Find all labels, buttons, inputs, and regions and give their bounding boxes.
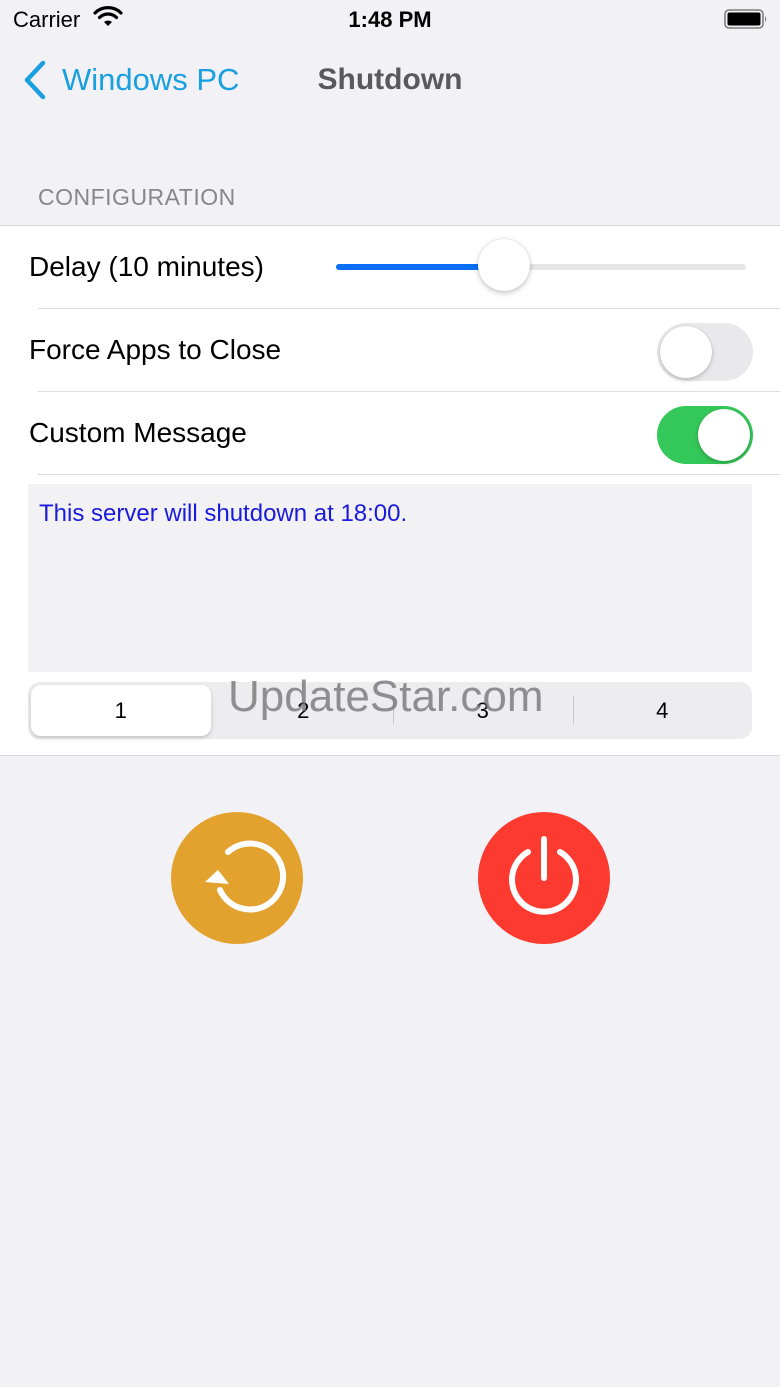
slider-thumb[interactable] — [478, 239, 531, 291]
battery-icon — [724, 9, 767, 29]
toggle-knob — [698, 409, 750, 461]
segmented-control: 1 2 3 4 — [28, 682, 752, 739]
custom-message-textarea[interactable]: This server will shutdown at 18:00. — [28, 484, 752, 672]
row-divider — [38, 474, 780, 475]
force-apps-row: Force Apps to Close — [0, 309, 780, 392]
restart-icon — [205, 840, 287, 913]
force-apps-label: Force Apps to Close — [29, 334, 282, 365]
segment-3[interactable]: 3 — [393, 682, 573, 739]
delay-row: Delay (10 minutes) — [0, 226, 780, 309]
segment-label: 2 — [297, 697, 310, 723]
configuration-section: Delay (10 minutes) Force Apps to Close C… — [0, 225, 780, 756]
power-icon — [509, 836, 579, 915]
custom-message-toggle[interactable] — [657, 406, 753, 464]
segment-label: 1 — [114, 697, 127, 723]
segment-1[interactable]: 1 — [31, 685, 211, 736]
segment-4[interactable]: 4 — [572, 682, 753, 739]
delay-slider[interactable] — [336, 239, 746, 291]
restart-button[interactable] — [171, 812, 303, 944]
navigation-bar: Windows PC Shutdown — [0, 48, 780, 112]
delay-label: Delay (10 minutes) — [29, 251, 264, 282]
page-title: Shutdown — [317, 63, 463, 96]
segment-label: 3 — [476, 697, 489, 723]
toggle-knob — [660, 326, 712, 378]
segment-2[interactable]: 2 — [214, 682, 394, 739]
status-bar: Carrier 1:48 PM — [0, 0, 780, 40]
segment-divider — [393, 696, 394, 724]
segment-label: 4 — [656, 697, 669, 723]
custom-message-row: Custom Message — [0, 392, 780, 475]
status-time: 1:48 PM — [348, 7, 432, 32]
section-header-configuration: CONFIGURATION — [38, 184, 236, 210]
force-apps-toggle[interactable] — [657, 323, 753, 381]
power-button[interactable] — [478, 812, 610, 944]
segment-divider — [572, 696, 574, 724]
custom-message-label: Custom Message — [29, 417, 247, 448]
